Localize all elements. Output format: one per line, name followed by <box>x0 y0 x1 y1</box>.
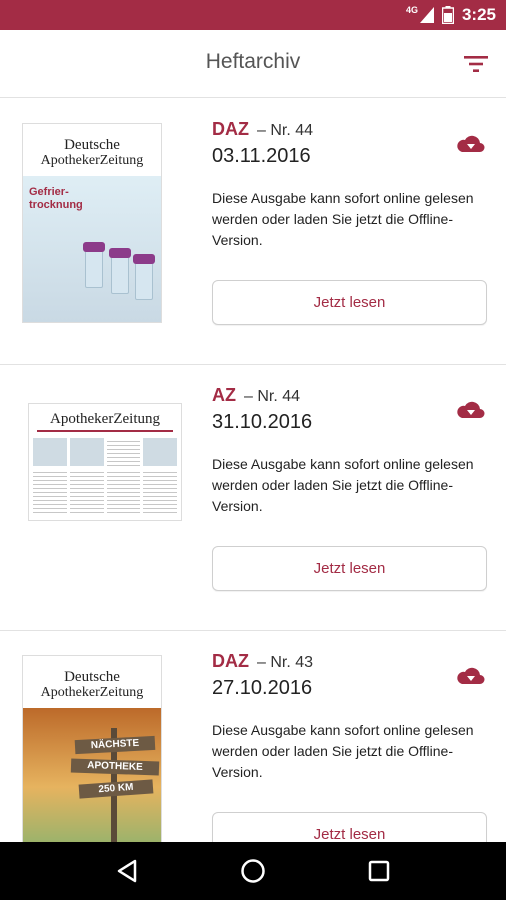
issue-info: DAZ – Nr. 43 27.10.2016 Diese Ausgabe ka… <box>212 651 492 783</box>
read-now-button[interactable]: Jetzt lesen <box>212 546 487 591</box>
issue-brand: AZ <box>212 385 236 405</box>
status-icons: 4G 3:25 <box>406 0 496 30</box>
filter-list-icon <box>464 56 488 72</box>
app-bar: Heftarchiv <box>0 30 506 98</box>
recents-square-icon <box>368 860 390 882</box>
filter-button[interactable] <box>460 48 492 80</box>
cover-vial-cap <box>83 242 105 252</box>
network-type-label: 4G <box>405 5 418 15</box>
cover-image: Gefrier- trocknung <box>23 176 161 322</box>
cloud-download-icon[interactable] <box>456 133 486 157</box>
issue-number: – Nr. 44 <box>257 122 314 139</box>
issue-card: Deutsche ApothekerZeitung Gefrier- trock… <box>0 99 506 365</box>
cover-headline: Gefrier- trocknung <box>29 186 83 211</box>
issue-description: Diese Ausgabe kann sofort online gelesen… <box>212 190 474 248</box>
recents-button[interactable] <box>357 849 401 893</box>
cover-newspaper-grid <box>33 438 177 516</box>
issue-description: Diese Ausgabe kann sofort online gelesen… <box>212 456 474 514</box>
issue-description: Diese Ausgabe kann sofort online gelesen… <box>212 722 474 780</box>
cover-rule <box>37 430 173 432</box>
issue-card: Deutsche ApothekerZeitung NÄCHSTE APOTHE… <box>0 631 506 842</box>
back-button[interactable] <box>105 849 149 893</box>
cover-masthead: ApothekerZeitung <box>50 411 160 427</box>
cloud-download-icon[interactable] <box>456 399 486 423</box>
issue-cover[interactable]: Deutsche ApothekerZeitung Gefrier- trock… <box>22 123 162 323</box>
cover-image: NÄCHSTE APOTHEKE 250 KM <box>23 708 161 842</box>
issue-date: 03.11.2016 <box>212 145 311 167</box>
cover-masthead: Deutsche ApothekerZeitung <box>40 669 144 701</box>
issue-number: – Nr. 43 <box>257 654 314 671</box>
status-bar: 4G 3:25 <box>0 0 506 30</box>
issue-brand: DAZ <box>212 119 249 139</box>
cover-vial <box>111 256 129 294</box>
cover-sign: 250 KM <box>78 779 154 799</box>
home-button[interactable] <box>231 849 275 893</box>
read-now-button[interactable]: Jetzt lesen <box>212 812 487 842</box>
issue-brand: DAZ <box>212 651 249 671</box>
cover-vial-cap <box>133 254 155 264</box>
issue-cover[interactable]: Deutsche ApothekerZeitung NÄCHSTE APOTHE… <box>22 655 162 842</box>
issue-card: ApothekerZeitung AZ – Nr. 44 31.10.2016 … <box>0 365 506 631</box>
signal-icon <box>419 7 434 23</box>
issue-info: AZ – Nr. 44 31.10.2016 Diese Ausgabe kan… <box>212 385 492 517</box>
issue-list[interactable]: Deutsche ApothekerZeitung Gefrier- trock… <box>0 99 506 842</box>
home-circle-icon <box>241 859 265 883</box>
system-nav-bar <box>0 842 506 900</box>
cloud-download-icon[interactable] <box>456 665 486 689</box>
cover-sign: APOTHEKE <box>70 758 160 776</box>
issue-info: DAZ – Nr. 44 03.11.2016 Diese Ausgabe ka… <box>212 119 492 251</box>
read-now-button[interactable]: Jetzt lesen <box>212 280 487 325</box>
cover-vial-cap <box>109 248 131 258</box>
issue-date: 27.10.2016 <box>212 677 313 699</box>
issue-cover[interactable]: ApothekerZeitung <box>28 403 182 521</box>
page-title: Heftarchiv <box>205 50 301 73</box>
cover-masthead: Deutsche ApothekerZeitung <box>40 137 144 169</box>
battery-icon <box>441 6 454 24</box>
cover-vial <box>135 262 153 300</box>
cover-vial <box>85 250 103 288</box>
issue-date: 31.10.2016 <box>212 411 313 433</box>
clock: 3:25 <box>461 5 496 24</box>
cover-sign: NÄCHSTE <box>74 735 156 755</box>
back-triangle-icon <box>117 859 137 883</box>
issue-number: – Nr. 44 <box>244 388 301 405</box>
